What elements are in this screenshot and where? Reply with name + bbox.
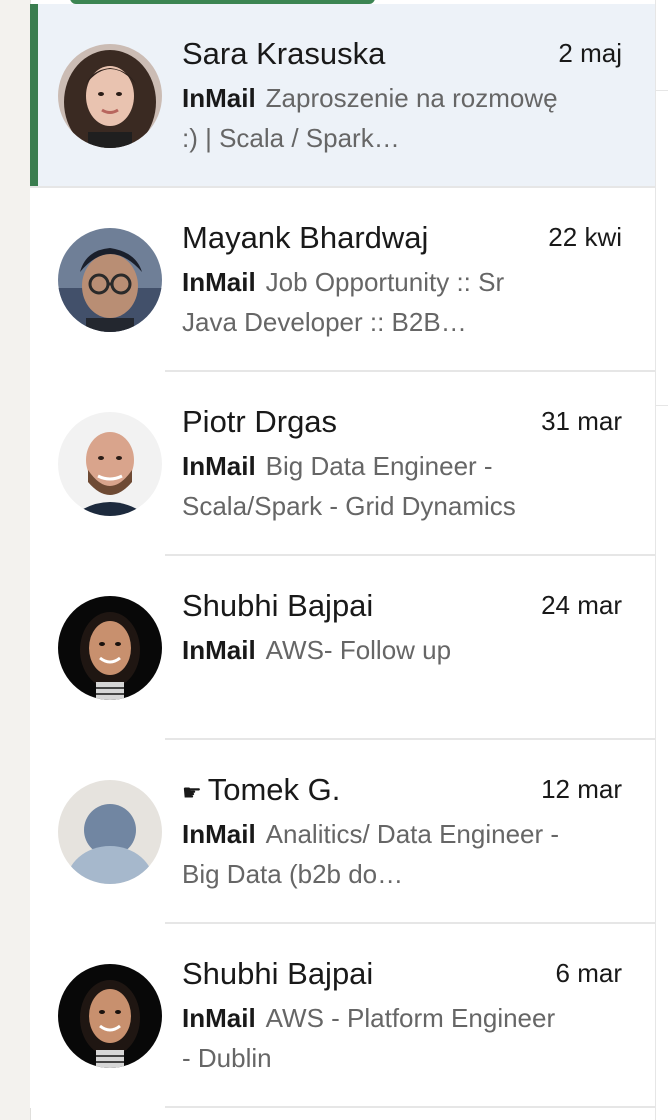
avatar[interactable]: [58, 228, 162, 332]
message-date: 2 maj: [558, 38, 622, 68]
message-pane-edge: [655, 0, 668, 1120]
avatar[interactable]: [58, 964, 162, 1068]
contact-name: ☛ Tomek G.: [182, 772, 341, 807]
contact-name: Piotr Drgas: [182, 404, 338, 439]
divider: [656, 405, 668, 406]
divider: [165, 1106, 655, 1108]
avatar[interactable]: [58, 44, 162, 148]
message-preview: InMail Big Data Engineer - Scala/Spark - …: [182, 446, 562, 526]
left-gutter: [0, 0, 30, 1120]
message-date: 6 mar: [555, 958, 622, 988]
message-date: 24 mar: [541, 590, 622, 620]
inmail-tag: InMail: [182, 451, 256, 481]
inmail-tag: InMail: [182, 1003, 256, 1033]
conversation-item[interactable]: ☛ Tomek G. 12 mar InMail Analitics/ Data E…: [30, 740, 655, 924]
message-preview: InMail AWS - Platform Engineer - Dublin: [182, 998, 562, 1078]
inmail-tag: InMail: [182, 635, 256, 665]
conversation-item[interactable]: Shubhi Bajpai 6 mar InMail AWS - Platform…: [30, 924, 655, 1108]
message-preview: InMail Analitics/ Data Engineer - Big Dat…: [182, 814, 562, 894]
message-date: 12 mar: [541, 774, 622, 804]
inmail-tag: InMail: [182, 267, 256, 297]
active-indicator: [30, 4, 38, 188]
avatar-placeholder[interactable]: [58, 780, 162, 884]
inmail-tag: InMail: [182, 819, 256, 849]
conversation-item[interactable]: Shubhi Bajpai 24 mar InMail AWS- Follow u…: [30, 556, 655, 740]
contact-name: Shubhi Bajpai: [182, 588, 374, 623]
avatar[interactable]: [58, 596, 162, 700]
message-preview: InMail Job Opportunity :: Sr Java Develop…: [182, 262, 562, 342]
pointing-hand-icon: ☛: [182, 780, 202, 805]
contact-name: Shubhi Bajpai: [182, 956, 374, 991]
conversation-item[interactable]: Piotr Drgas 31 mar InMail Big Data Engine…: [30, 372, 655, 556]
conversation-item[interactable]: Mayank Bhardwaj 22 kwi InMail Job Opportu…: [30, 188, 655, 372]
conversation-item[interactable]: Sara Krasuska 2 maj InMail Zaproszenie na…: [30, 4, 655, 188]
preview-text: AWS- Follow up: [265, 635, 452, 665]
contact-name: Mayank Bhardwaj: [182, 220, 429, 255]
inmail-tag: InMail: [182, 83, 256, 113]
message-preview: InMail Zaproszenie na rozmowę :) | Scala …: [182, 78, 562, 158]
conversation-list: Sara Krasuska 2 maj InMail Zaproszenie na…: [30, 4, 655, 1108]
avatar[interactable]: [58, 412, 162, 516]
message-preview: InMail AWS- Follow up: [182, 630, 562, 670]
message-date: 22 kwi: [548, 222, 622, 252]
divider: [656, 90, 668, 91]
message-date: 31 mar: [541, 406, 622, 436]
contact-name: Sara Krasuska: [182, 36, 386, 71]
